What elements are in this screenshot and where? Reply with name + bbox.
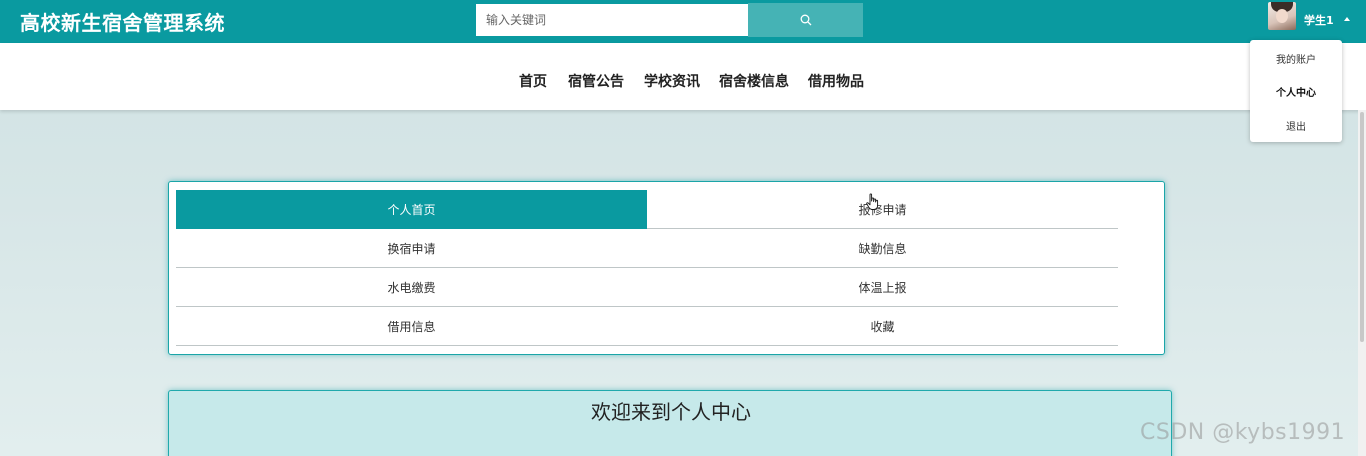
nav-item-building-info[interactable]: 宿舍楼信息 — [719, 71, 789, 91]
main-nav: 首页 宿管公告 学校资讯 宿舍楼信息 借用物品 — [0, 43, 1366, 110]
menu-item-utility-payment[interactable]: 水电缴费 — [176, 268, 647, 307]
menu-item-temperature-report[interactable]: 体温上报 — [647, 268, 1118, 307]
dropdown-item-personal-center[interactable]: 个人中心 — [1250, 84, 1342, 99]
scrollbar-thumb[interactable] — [1360, 112, 1364, 342]
avatar[interactable] — [1268, 2, 1296, 30]
top-header: 高校新生宿舍管理系统 学生1 — [0, 0, 1366, 43]
search-icon — [800, 14, 811, 26]
menu-item-borrow-info[interactable]: 借用信息 — [176, 307, 647, 346]
nav-item-home[interactable]: 首页 — [519, 71, 547, 91]
dropdown-item-my-account[interactable]: 我的账户 — [1250, 51, 1342, 66]
menu-item-dorm-change-request[interactable]: 换宿申请 — [176, 229, 647, 268]
search-input[interactable] — [476, 4, 748, 36]
search-button[interactable] — [748, 3, 863, 37]
username[interactable]: 学生1 — [1304, 12, 1334, 28]
personal-center-menu: 个人首页 报修申请 换宿申请 缺勤信息 水电缴费 体温上报 借用信息 收藏 — [168, 181, 1165, 355]
avatar-face — [1276, 9, 1288, 23]
dropdown-item-logout[interactable]: 退出 — [1250, 118, 1342, 133]
caret-up-icon[interactable] — [1344, 17, 1350, 21]
menu-item-repair-request[interactable]: 报修申请 — [647, 190, 1118, 229]
nav-item-borrow-items[interactable]: 借用物品 — [808, 71, 864, 91]
watermark: CSDN @kybs1991 — [1140, 420, 1346, 445]
hand-pointer-icon — [866, 193, 879, 210]
welcome-title: 欢迎来到个人中心 — [591, 400, 751, 424]
welcome-card: 欢迎来到个人中心 — [168, 390, 1172, 456]
app-title: 高校新生宿舍管理系统 — [20, 11, 225, 35]
nav-item-dorm-notice[interactable]: 宿管公告 — [568, 71, 624, 91]
menu-item-absence-info[interactable]: 缺勤信息 — [647, 229, 1118, 268]
nav-item-school-news[interactable]: 学校资讯 — [644, 71, 700, 91]
menu-item-favorites[interactable]: 收藏 — [647, 307, 1118, 346]
menu-item-personal-home[interactable]: 个人首页 — [176, 190, 647, 229]
user-dropdown: 我的账户 个人中心 退出 — [1250, 40, 1342, 142]
